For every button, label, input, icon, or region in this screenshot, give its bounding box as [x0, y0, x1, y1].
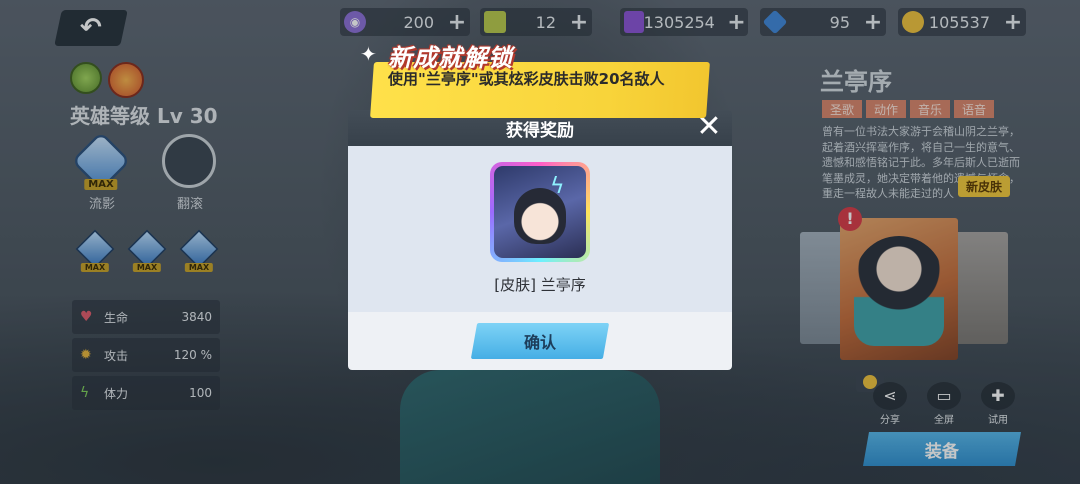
reward-item-label: [皮肤] 兰亭序 [494, 276, 586, 294]
lightning-icon: ϟ [550, 174, 565, 199]
skin-portrait: ϟ [494, 166, 586, 258]
confirm-label: 确认 [523, 333, 556, 352]
sparkle-icon: ✦ [360, 42, 377, 66]
reward-item-icon[interactable]: ϟ [490, 162, 590, 262]
confirm-button[interactable]: 确认 [470, 323, 610, 359]
achievement-text: 使用"兰亭序"或其炫彩皮肤击败20名敌人 [388, 70, 665, 88]
reward-dialog-title: 获得奖励 [506, 121, 574, 141]
